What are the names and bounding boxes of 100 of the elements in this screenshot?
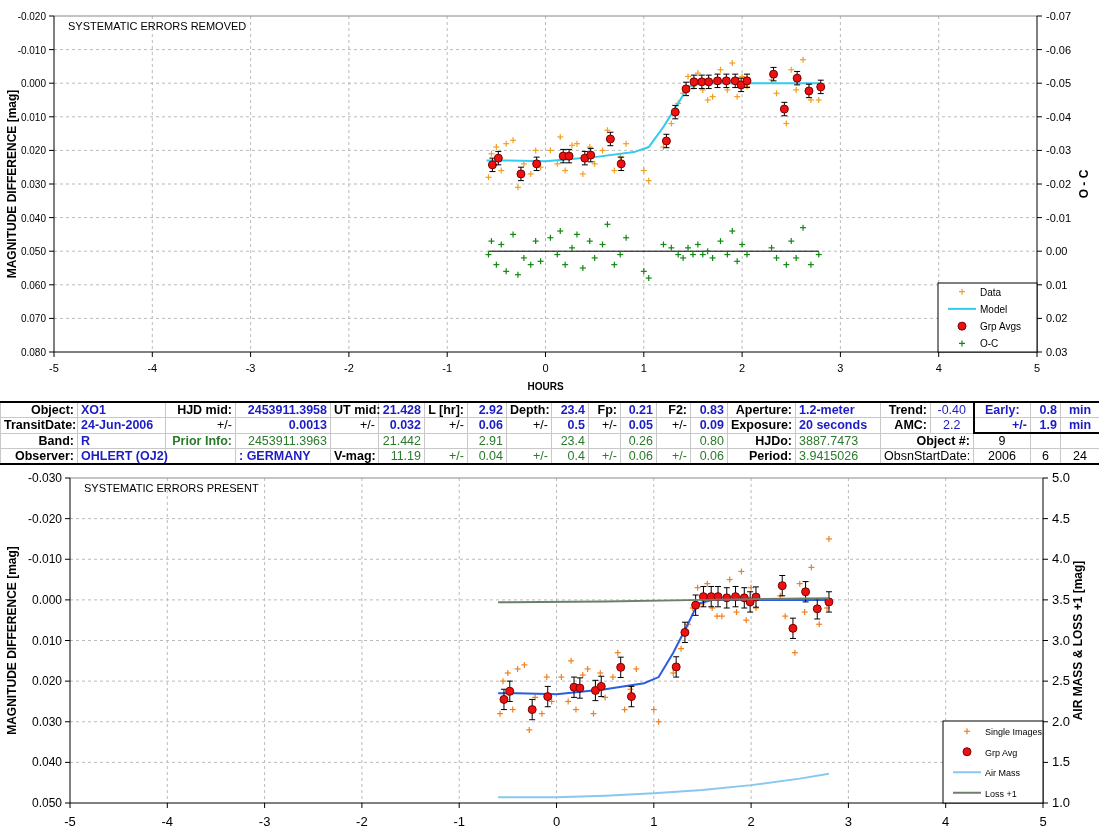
field-value: 0.8 <box>1039 403 1057 417</box>
point <box>671 662 681 672</box>
axis-tick-label: 1 <box>640 362 647 374</box>
axis-tick-label: 0.00 <box>1046 245 1068 258</box>
axis-tick-label: 2 <box>739 362 746 374</box>
axis-tick-label: 2.5 <box>1052 673 1071 689</box>
point <box>626 692 636 702</box>
axis-tick-label: -5 <box>64 814 76 829</box>
axis-tick-label: -4 <box>147 362 158 374</box>
axis-tick-label: -0.010 <box>27 552 62 567</box>
point <box>590 685 600 695</box>
axis-tick-label: -0.020 <box>27 511 62 526</box>
legend-label: Grp Avg <box>985 747 1018 758</box>
axis-tick-label: -0.020 <box>17 11 46 22</box>
field-value: 0.83 <box>699 403 724 417</box>
field-value: 2.91 <box>478 433 503 448</box>
axis-tick-label: 0.020 <box>31 674 62 689</box>
axis-tick-label: 1 <box>650 814 658 829</box>
axis-title: HOURS <box>527 381 564 392</box>
field-label: Trend: <box>888 403 927 417</box>
field-value: 6 <box>1042 449 1049 463</box>
axis-tick-label: 0.01 <box>1046 278 1068 291</box>
axis-tick-label: 0.020 <box>20 145 46 157</box>
axis-tick-label: 0.040 <box>31 755 62 770</box>
field-label: Depth: <box>510 403 550 417</box>
field-value: 0.04 <box>478 449 503 463</box>
point <box>824 597 834 607</box>
field-value: 21.428 <box>382 403 421 417</box>
axis-tick-label: 5 <box>1033 362 1041 374</box>
axis-tick-label: -3 <box>245 362 256 374</box>
axis-title: MAGNITUDE DIFFERENCE [mag] <box>5 546 19 735</box>
axis-tick-label: -0.030 <box>27 471 62 485</box>
chart-title: SYSTEMATIC ERRORS REMOVED <box>68 20 247 32</box>
field-value: 2006 <box>988 449 1016 463</box>
field-value: OHLERT (OJ2) <box>81 449 168 463</box>
field-value: 2.92 <box>478 403 503 417</box>
legend-label: Single Images <box>985 727 1043 738</box>
field-value: +/- <box>672 418 687 433</box>
axis-tick-label: -0.010 <box>17 44 46 56</box>
field-value: +/- <box>672 449 687 463</box>
field-value: 0.06 <box>478 418 503 433</box>
axis-tick-label: 2 <box>747 814 755 829</box>
legend-label: Model <box>980 303 1008 315</box>
axis-tick-label: 0.040 <box>20 212 46 224</box>
field-value: +/- <box>602 418 617 433</box>
field-label: Observer: <box>14 449 74 463</box>
field-label: F2: <box>668 403 687 417</box>
axis-tick-label: 4.0 <box>1052 551 1071 567</box>
axis-tick-label: 0.030 <box>20 179 46 190</box>
field-value: 0.4 <box>567 449 585 463</box>
axis-tick-label: 0.080 <box>20 347 46 358</box>
axis-tick-label: 3.0 <box>1052 632 1071 648</box>
field-value: 2453911.3958 <box>247 403 327 417</box>
axis-tick-label: -0.01 <box>1046 211 1072 224</box>
legend-label: Grp Avgs <box>980 321 1021 333</box>
field-value: 23.4 <box>560 433 585 448</box>
point <box>801 587 811 597</box>
axis-tick-label: 0.010 <box>31 633 62 648</box>
field-value: 0.032 <box>389 418 421 433</box>
field-value: 24 <box>1073 449 1087 463</box>
axis-tick-label: 0.030 <box>31 714 62 729</box>
field-label: TransitDate: <box>4 418 77 433</box>
field-value: XO1 <box>81 403 106 417</box>
field-value: 0.21 <box>628 403 653 417</box>
axis-tick-label: -4 <box>161 814 174 829</box>
field-value: -0.40 <box>937 403 966 417</box>
axis-tick-label: 4 <box>935 362 942 374</box>
point <box>527 705 537 715</box>
axis-tick-label: 0.050 <box>31 796 62 810</box>
field-value: 0.06 <box>628 449 653 463</box>
point <box>616 662 626 672</box>
axis-tick-label: -3 <box>258 814 271 829</box>
axis-tick-label: 1.5 <box>1052 754 1071 770</box>
axis-tick-label: -0.06 <box>1046 43 1072 56</box>
field-value: 3887.7473 <box>799 433 859 448</box>
field-value: min <box>1068 403 1092 417</box>
field-value: 2.2 <box>943 418 961 433</box>
field-label: V-mag: <box>334 449 376 463</box>
axis-tick-label: -1 <box>453 814 465 829</box>
axis-tick-label: 4 <box>942 814 950 829</box>
legend-label: Air Mass <box>985 768 1020 779</box>
field-value: 0.80 <box>699 433 724 448</box>
field-label: Aperture: <box>735 403 792 417</box>
chart-title: SYSTEMATIC ERRORS PRESENT <box>84 482 259 494</box>
field-label: HJDo: <box>755 433 792 448</box>
axis-title: MAGNITUDE DIFFERENCE [mag] <box>5 89 19 279</box>
field-label: Fp: <box>597 403 617 417</box>
axis-tick-label: 0.03 <box>1046 346 1068 358</box>
field-label: Band: <box>38 433 74 448</box>
point <box>788 623 798 633</box>
field-value: 0.26 <box>628 433 653 448</box>
field-value: 3.9415026 <box>799 449 859 463</box>
field-value: 0.05 <box>628 418 653 433</box>
field-value: 11.19 <box>390 449 421 463</box>
axis-tick-label: 0.010 <box>20 111 46 123</box>
axis-tick-label: 0 <box>552 814 561 829</box>
axis-tick-label: 5.0 <box>1052 470 1071 485</box>
field-value: : GERMANY <box>239 449 311 463</box>
field-value: 9 <box>998 434 1006 448</box>
point <box>812 604 822 614</box>
